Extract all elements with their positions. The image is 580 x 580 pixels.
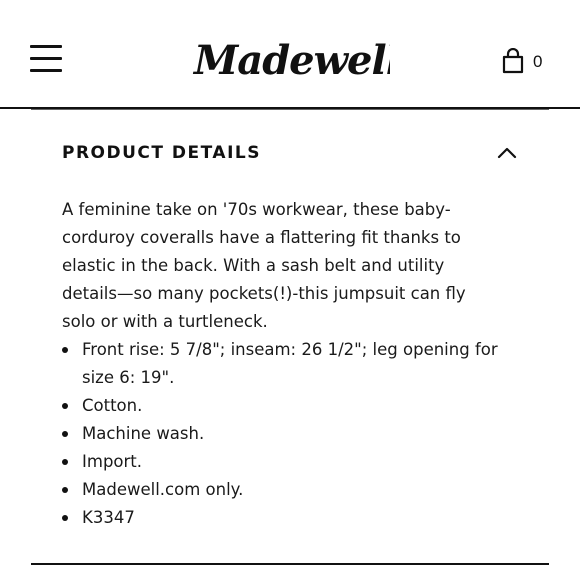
chevron-up-glyph bbox=[497, 147, 517, 159]
chevron-up-icon[interactable] bbox=[496, 144, 518, 162]
logo-wordmark: Madewell bbox=[192, 37, 390, 84]
section-divider bbox=[31, 109, 549, 110]
product-details-title: PRODUCT DETAILS bbox=[62, 143, 261, 163]
madewell-logo-art: Madewell bbox=[192, 37, 402, 84]
list-item: Madewell.com only. bbox=[62, 476, 502, 504]
cart-button[interactable]: 0 bbox=[502, 48, 546, 76]
bottom-divider bbox=[31, 563, 549, 565]
hamburger-menu-icon[interactable] bbox=[30, 45, 62, 73]
site-header: Madewell 0 bbox=[0, 0, 580, 108]
menu-bar bbox=[30, 69, 62, 72]
menu-bar bbox=[30, 57, 62, 60]
product-detail-list: Front rise: 5 7/8"; inseam: 26 1/2"; leg… bbox=[62, 336, 502, 532]
shopping-bag-icon bbox=[502, 48, 524, 74]
madewell-logo[interactable]: Madewell bbox=[190, 36, 402, 86]
cart-count: 0 bbox=[533, 52, 543, 71]
list-item: K3347 bbox=[62, 504, 502, 532]
list-item: Import. bbox=[62, 448, 502, 476]
menu-bar bbox=[30, 45, 62, 48]
list-item: Cotton. bbox=[62, 392, 502, 420]
product-description: A feminine take on '70s workwear, these … bbox=[62, 200, 466, 331]
list-item: Front rise: 5 7/8"; inseam: 26 1/2"; leg… bbox=[62, 336, 502, 392]
list-item: Machine wash. bbox=[62, 420, 502, 448]
